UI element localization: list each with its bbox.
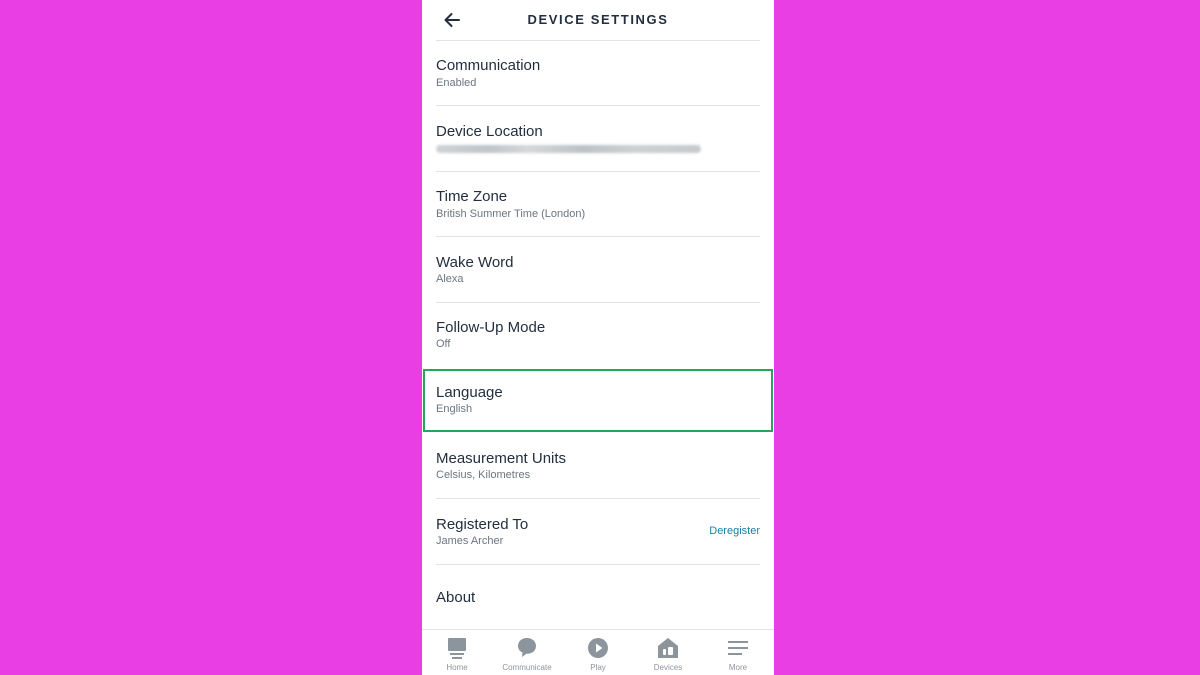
setting-label: Time Zone bbox=[436, 188, 508, 205]
setting-value: Celsius, Kilometres bbox=[436, 469, 531, 481]
page-title: DEVICE SETTINGS bbox=[527, 12, 669, 27]
deregister-link[interactable]: Deregister bbox=[709, 525, 760, 537]
setting-label: About bbox=[436, 589, 476, 606]
tab-label: Home bbox=[446, 663, 468, 672]
play-icon bbox=[588, 638, 608, 658]
tab-home[interactable]: Home bbox=[427, 634, 487, 674]
setting-label: Device Location bbox=[436, 123, 543, 140]
phone-screen: DEVICE SETTINGS Communication Enabled De… bbox=[422, 0, 774, 675]
bottom-tab-bar: Home Communicate Play Devices More bbox=[422, 629, 774, 675]
setting-value: British Summer Time (London) bbox=[436, 208, 586, 220]
tab-label: Communicate bbox=[502, 663, 552, 672]
setting-label: Language bbox=[436, 384, 503, 401]
tab-label: More bbox=[728, 663, 748, 672]
setting-measurement-units[interactable]: Measurement Units Celsius, Kilometres bbox=[422, 434, 774, 498]
tab-more[interactable]: More bbox=[708, 634, 768, 674]
setting-label: Follow-Up Mode bbox=[436, 319, 546, 336]
tab-label: Devices bbox=[653, 663, 683, 672]
tab-communicate[interactable]: Communicate bbox=[497, 634, 557, 674]
menu-icon bbox=[728, 641, 748, 655]
tab-label: Play bbox=[590, 663, 606, 672]
setting-language[interactable]: Language English bbox=[422, 369, 774, 433]
setting-value: Off bbox=[436, 338, 451, 350]
setting-time-zone[interactable]: Time Zone British Summer Time (London) bbox=[422, 172, 774, 236]
setting-communication[interactable]: Communication Enabled bbox=[422, 41, 774, 105]
setting-value: Enabled bbox=[436, 77, 477, 89]
setting-value: Alexa bbox=[436, 273, 464, 285]
setting-about[interactable]: About bbox=[422, 565, 774, 629]
devices-icon bbox=[658, 638, 678, 658]
setting-value: English bbox=[436, 403, 473, 415]
setting-wake-word[interactable]: Wake Word Alexa bbox=[422, 237, 774, 301]
setting-label: Registered To bbox=[436, 516, 529, 533]
header: DEVICE SETTINGS bbox=[422, 0, 774, 40]
tab-play[interactable]: Play bbox=[568, 634, 628, 674]
setting-registered-to[interactable]: Registered To James Archer Deregister bbox=[422, 499, 774, 563]
setting-value: James Archer bbox=[436, 535, 504, 547]
setting-follow-up-mode[interactable]: Follow-Up Mode Off bbox=[422, 303, 774, 367]
setting-label: Communication bbox=[436, 57, 541, 74]
setting-device-location[interactable]: Device Location bbox=[422, 106, 774, 170]
setting-label: Measurement Units bbox=[436, 450, 567, 467]
redacted-location-value bbox=[436, 145, 701, 153]
tab-devices[interactable]: Devices bbox=[638, 634, 698, 674]
home-icon bbox=[448, 638, 466, 659]
setting-label: Wake Word bbox=[436, 254, 514, 271]
chat-bubble-icon bbox=[518, 638, 536, 657]
